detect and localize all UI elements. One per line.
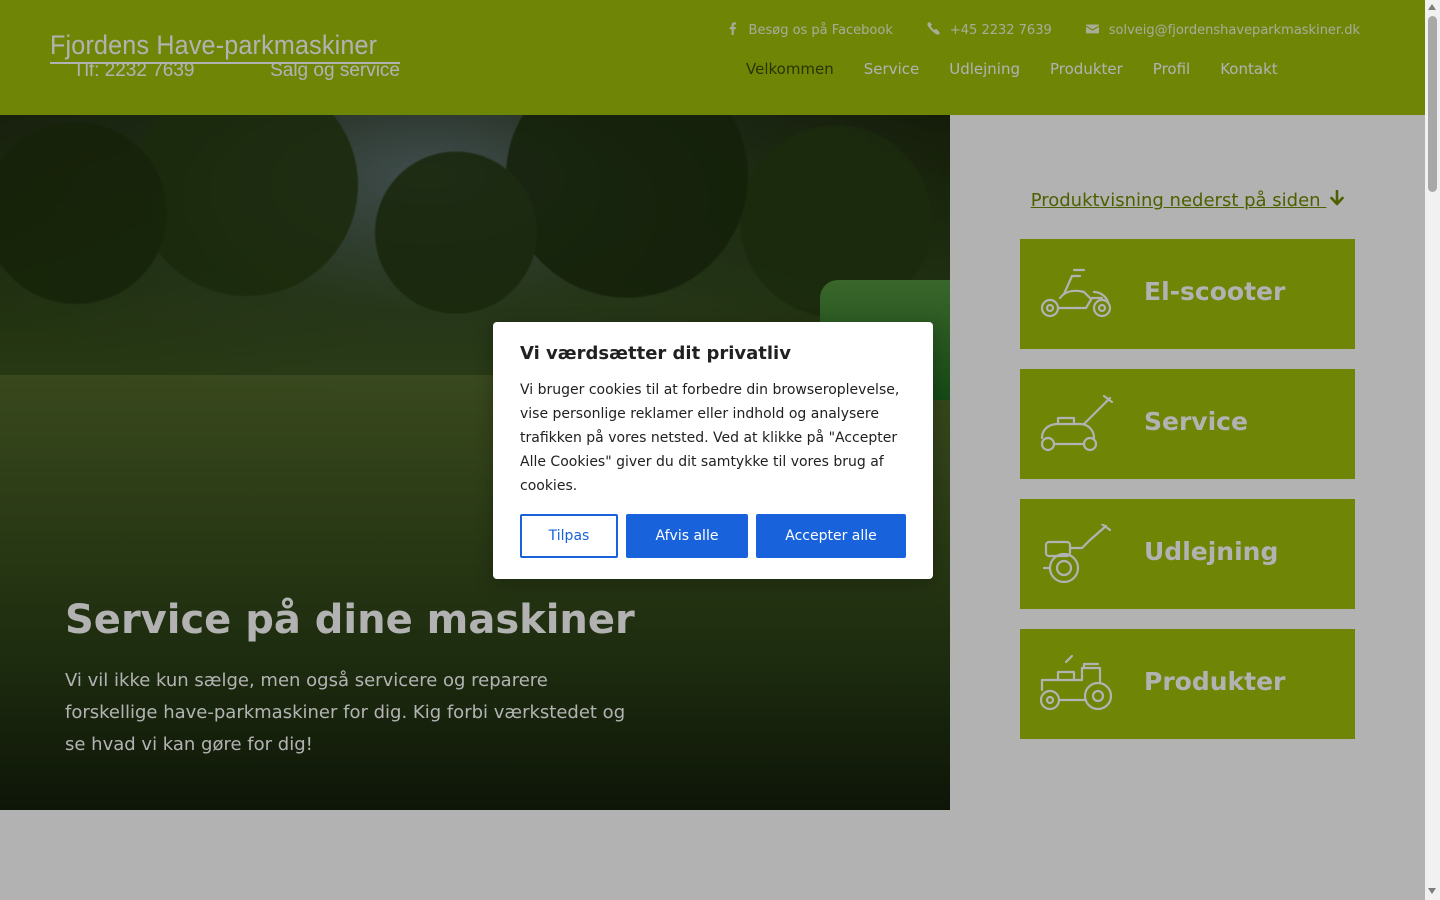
reject-all-button[interactable]: Afvis alle — [626, 514, 748, 558]
accept-all-button[interactable]: Accepter alle — [756, 514, 906, 558]
customize-button[interactable]: Tilpas — [520, 514, 618, 558]
page-scrollbar[interactable] — [1425, 0, 1440, 900]
cookie-dialog-text: Vi bruger cookies til at forbedre din br… — [520, 382, 900, 494]
scroll-up-arrow-icon[interactable] — [1428, 4, 1436, 10]
scrollbar-thumb[interactable] — [1428, 16, 1437, 192]
cookie-consent-dialog: Vi værdsætter dit privatliv Vi bruger co… — [493, 322, 933, 579]
cookie-dialog-title: Vi værdsætter dit privatliv — [520, 343, 791, 364]
scroll-down-arrow-icon[interactable] — [1428, 888, 1436, 894]
